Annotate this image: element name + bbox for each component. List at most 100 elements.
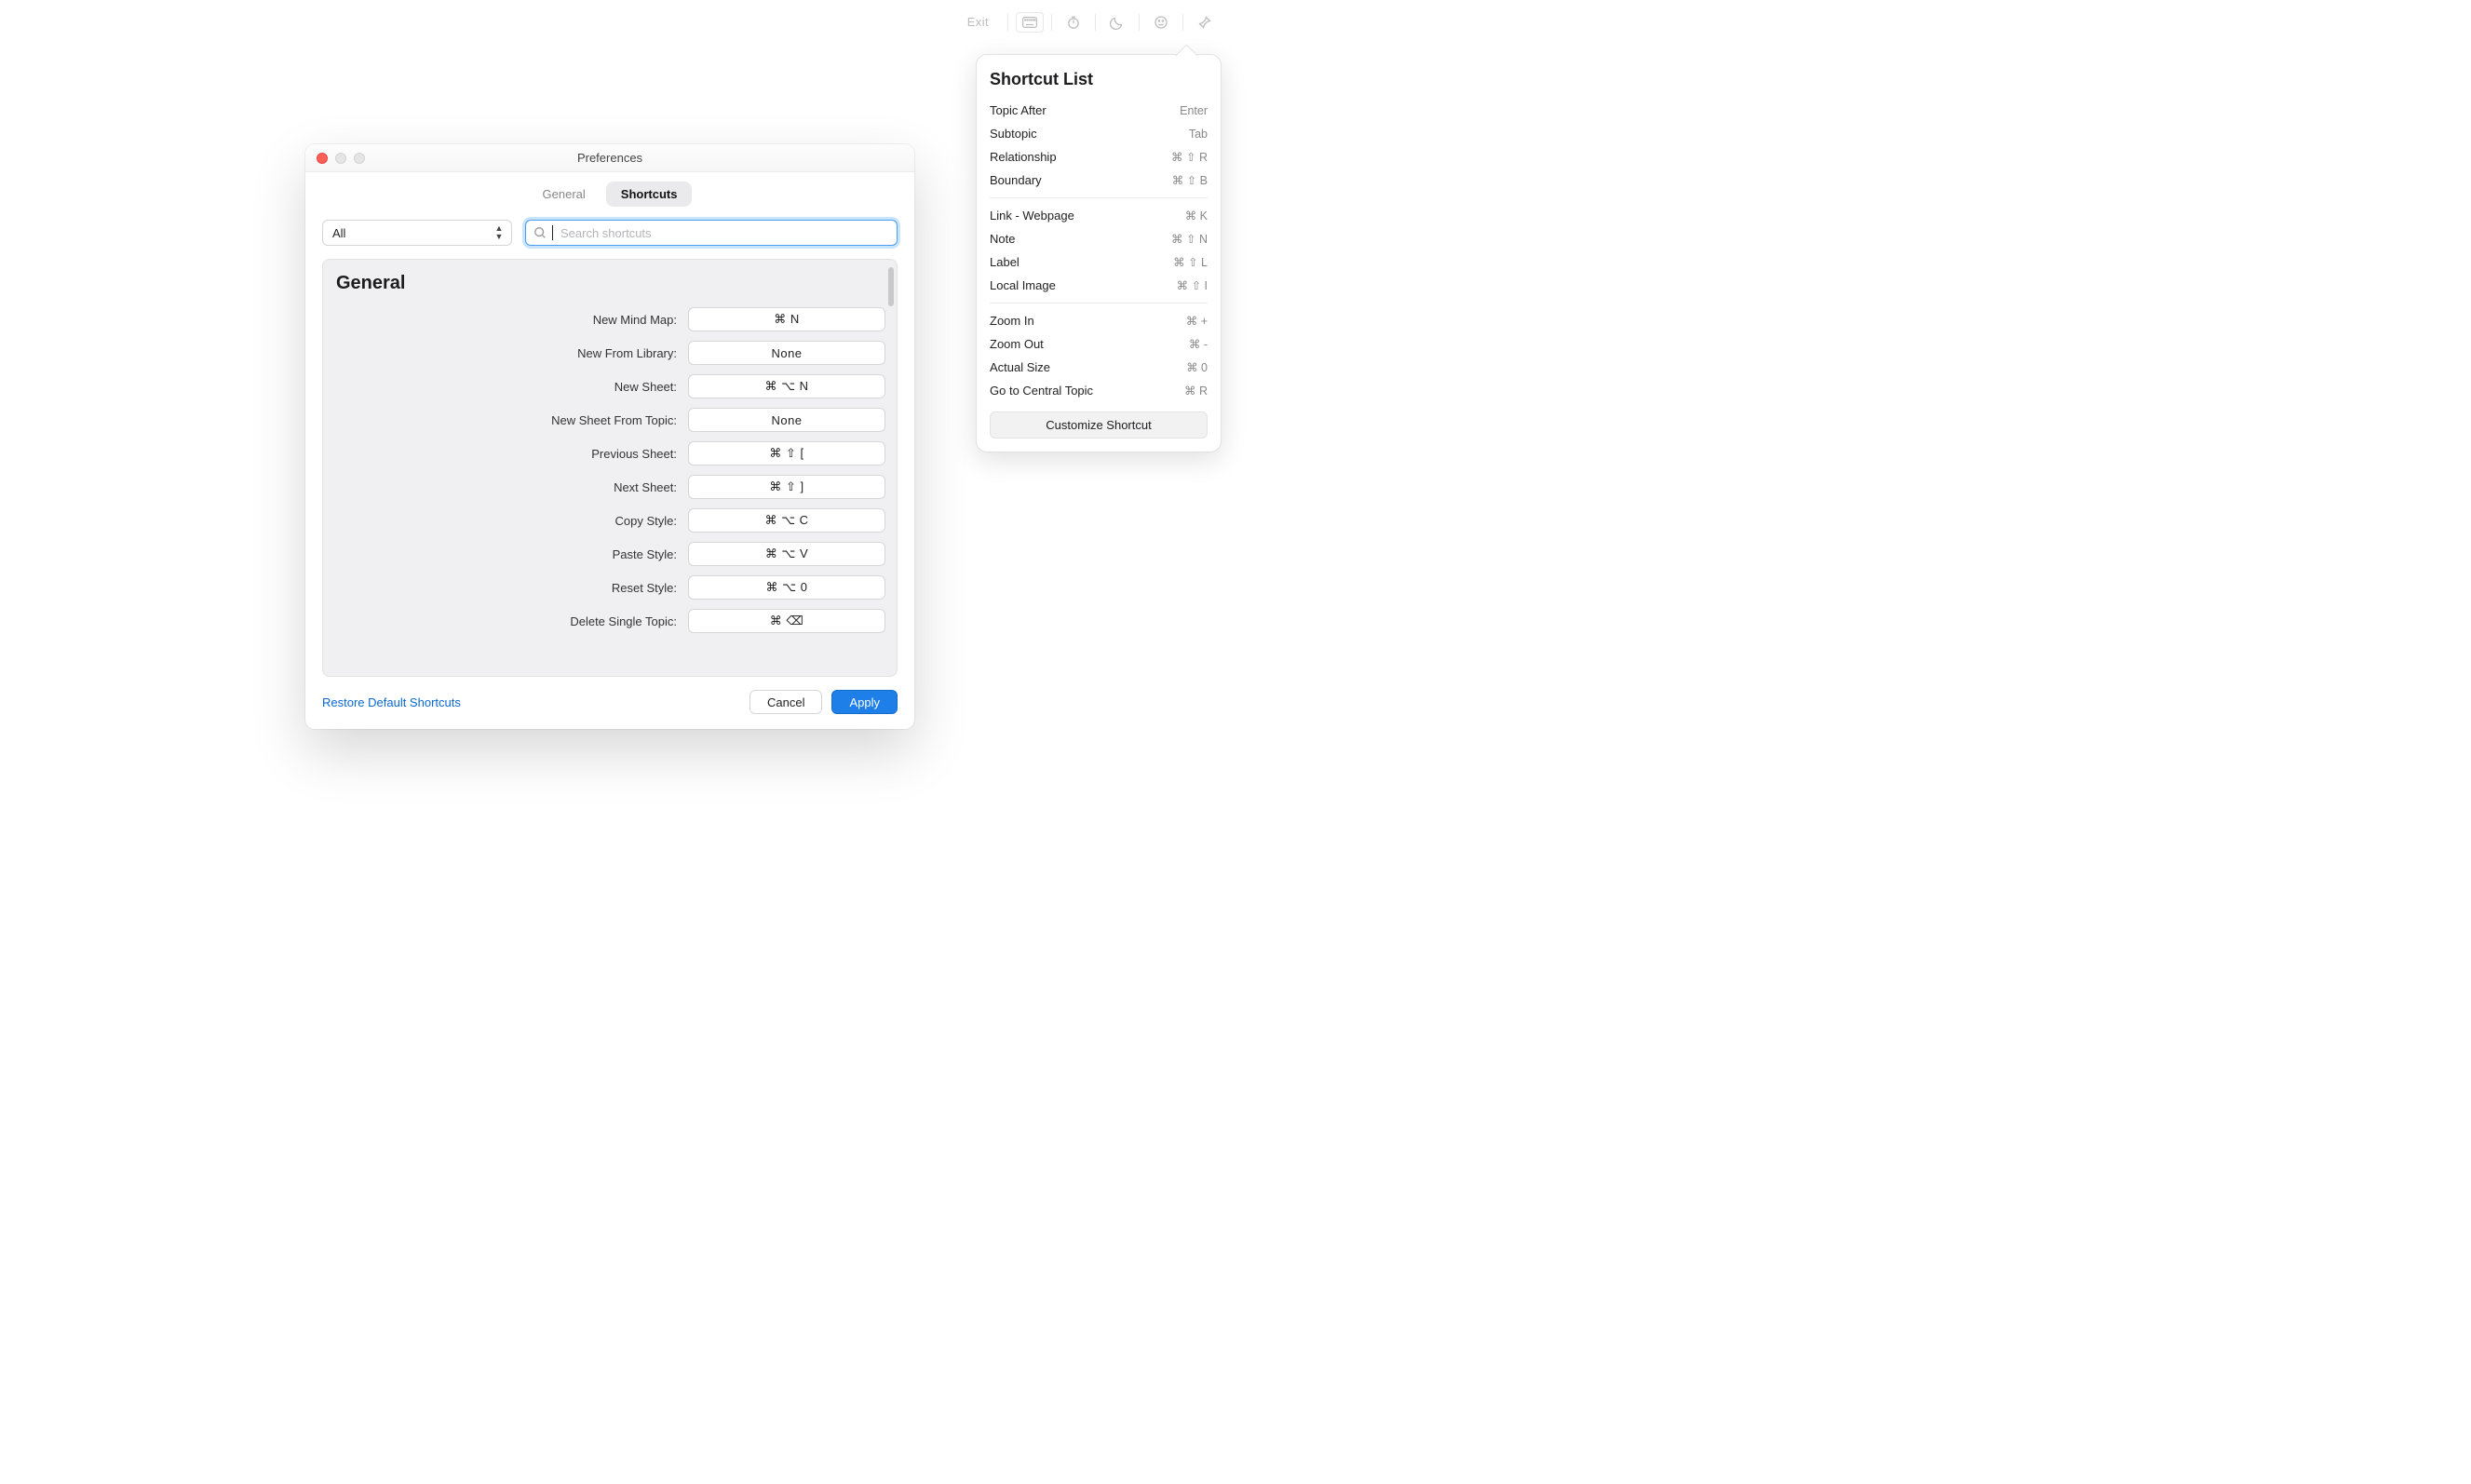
exit-button[interactable]: Exit: [960, 11, 996, 33]
shortcut-name: Link - Webpage: [990, 209, 1074, 223]
separator: [1139, 14, 1140, 31]
shortcut-list-title: Shortcut List: [990, 70, 1208, 89]
minimize-icon[interactable]: [335, 153, 346, 164]
search-input-wrapper[interactable]: [525, 220, 898, 246]
shortcut-label: New From Library:: [334, 346, 677, 360]
apply-button[interactable]: Apply: [831, 690, 898, 714]
shortcut-label: Next Sheet:: [334, 480, 677, 494]
shortcut-row: New Sheet: ⌘ ⌥ N: [334, 374, 885, 398]
shortcut-row: Subtopic Tab: [990, 122, 1208, 145]
customize-shortcut-button[interactable]: Customize Shortcut: [990, 411, 1208, 438]
shortcut-name: Topic After: [990, 103, 1046, 117]
timer-icon[interactable]: [1060, 12, 1087, 33]
shortcut-field[interactable]: None: [688, 408, 885, 432]
category-select-value: All: [332, 226, 345, 240]
separator: [1051, 14, 1052, 31]
pin-icon[interactable]: [1191, 12, 1219, 33]
search-icon: [533, 226, 547, 239]
shortcut-field[interactable]: ⌘ ⌫: [688, 609, 885, 633]
section-title: General: [336, 273, 897, 294]
shortcut-name: Note: [990, 232, 1015, 246]
tab-shortcuts[interactable]: Shortcuts: [606, 182, 693, 207]
titlebar: Preferences: [305, 144, 914, 172]
shortcut-row: Zoom Out ⌘ -: [990, 332, 1208, 356]
shortcut-row: Paste Style: ⌘ ⌥ V: [334, 542, 885, 566]
scrollbar[interactable]: [888, 267, 894, 306]
separator: [1007, 14, 1008, 31]
shortcut-row: Next Sheet: ⌘ ⇧ ]: [334, 475, 885, 499]
shortcut-field[interactable]: ⌘ ⌥ C: [688, 508, 885, 533]
shortcut-row: Copy Style: ⌘ ⌥ C: [334, 508, 885, 533]
filter-row: All ▲▼: [305, 220, 914, 259]
traffic-lights: [317, 153, 365, 164]
footer-buttons: Cancel Apply: [749, 690, 898, 714]
preferences-tabs: General Shortcuts: [305, 172, 914, 220]
separator: [990, 303, 1208, 304]
shortcut-keys: ⌘ ⇧ I: [1177, 278, 1208, 292]
shortcut-keys: ⌘ K: [1185, 209, 1208, 223]
shortcut-label: Paste Style:: [334, 547, 677, 561]
shortcut-field[interactable]: None: [688, 341, 885, 365]
shortcut-row: Relationship ⌘ ⇧ R: [990, 145, 1208, 169]
shortcut-field[interactable]: ⌘ ⇧ [: [688, 441, 885, 465]
shortcut-name: Go to Central Topic: [990, 384, 1093, 398]
category-select[interactable]: All ▲▼: [322, 220, 512, 246]
shortcuts-panel[interactable]: General New Mind Map: ⌘ N New From Libra…: [322, 259, 898, 677]
shortcut-label: New Sheet:: [334, 380, 677, 394]
restore-defaults-link[interactable]: Restore Default Shortcuts: [322, 695, 461, 709]
shortcut-keys: ⌘ R: [1184, 384, 1208, 398]
shortcut-keys: ⌘ -: [1189, 337, 1208, 351]
shortcut-name: Boundary: [990, 173, 1042, 187]
shortcut-label: Reset Style:: [334, 581, 677, 595]
shortcut-label: New Mind Map:: [334, 313, 677, 327]
window-title: Preferences: [577, 151, 642, 165]
shortcut-keys: Tab: [1189, 128, 1208, 141]
shortcut-name: Zoom In: [990, 314, 1034, 328]
shortcut-row: New Sheet From Topic: None: [334, 408, 885, 432]
shortcut-label: Previous Sheet:: [334, 447, 677, 461]
shortcut-row: Boundary ⌘ ⇧ B: [990, 169, 1208, 192]
shortcut-name: Actual Size: [990, 360, 1050, 374]
shortcut-row: Zoom In ⌘ +: [990, 309, 1208, 332]
shortcuts-panel-wrap: General New Mind Map: ⌘ N New From Libra…: [305, 259, 914, 677]
shortcut-keys: ⌘ ⇧ L: [1173, 255, 1208, 269]
search-input[interactable]: [559, 225, 889, 241]
cancel-button[interactable]: Cancel: [749, 690, 822, 714]
shortcut-row: Actual Size ⌘ 0: [990, 356, 1208, 379]
separator: [1182, 14, 1183, 31]
preferences-window: Preferences General Shortcuts All ▲▼ Gen…: [305, 144, 914, 729]
text-caret: [552, 225, 553, 240]
chevron-updown-icon: ▲▼: [494, 224, 504, 241]
shortcut-row: Go to Central Topic ⌘ R: [990, 379, 1208, 402]
maximize-icon[interactable]: [354, 153, 365, 164]
shortcut-row: Label ⌘ ⇧ L: [990, 250, 1208, 274]
shortcut-field[interactable]: ⌘ ⌥ V: [688, 542, 885, 566]
preferences-footer: Restore Default Shortcuts Cancel Apply: [305, 677, 914, 729]
shortcut-row: New Mind Map: ⌘ N: [334, 307, 885, 331]
night-icon[interactable]: [1103, 12, 1131, 33]
shortcut-keys: ⌘ 0: [1186, 360, 1208, 374]
separator: [1095, 14, 1096, 31]
shortcut-row: Previous Sheet: ⌘ ⇧ [: [334, 441, 885, 465]
separator: [990, 197, 1208, 198]
shortcut-row: Reset Style: ⌘ ⌥ 0: [334, 575, 885, 600]
shortcut-name: Relationship: [990, 150, 1057, 164]
keyboard-icon[interactable]: [1016, 12, 1044, 33]
shortcut-row: Delete Single Topic: ⌘ ⌫: [334, 609, 885, 633]
close-icon[interactable]: [317, 153, 328, 164]
shortcut-field[interactable]: ⌘ ⌥ N: [688, 374, 885, 398]
shortcut-keys: ⌘ ⇧ B: [1172, 173, 1208, 187]
shortcut-keys: ⌘ +: [1186, 314, 1208, 328]
shortcut-row: Local Image ⌘ ⇧ I: [990, 274, 1208, 297]
shortcut-row: New From Library: None: [334, 341, 885, 365]
shortcut-field[interactable]: ⌘ N: [688, 307, 885, 331]
shortcut-field[interactable]: ⌘ ⇧ ]: [688, 475, 885, 499]
emoji-icon[interactable]: [1147, 12, 1175, 33]
tab-general[interactable]: General: [528, 182, 601, 207]
shortcut-row: Topic After Enter: [990, 99, 1208, 122]
titlebar-right-controls: Exit: [960, 11, 1219, 33]
shortcut-row: Note ⌘ ⇧ N: [990, 227, 1208, 250]
shortcut-field[interactable]: ⌘ ⌥ 0: [688, 575, 885, 600]
shortcut-name: Zoom Out: [990, 337, 1044, 351]
shortcut-rows: New Mind Map: ⌘ N New From Library: None…: [323, 307, 897, 650]
